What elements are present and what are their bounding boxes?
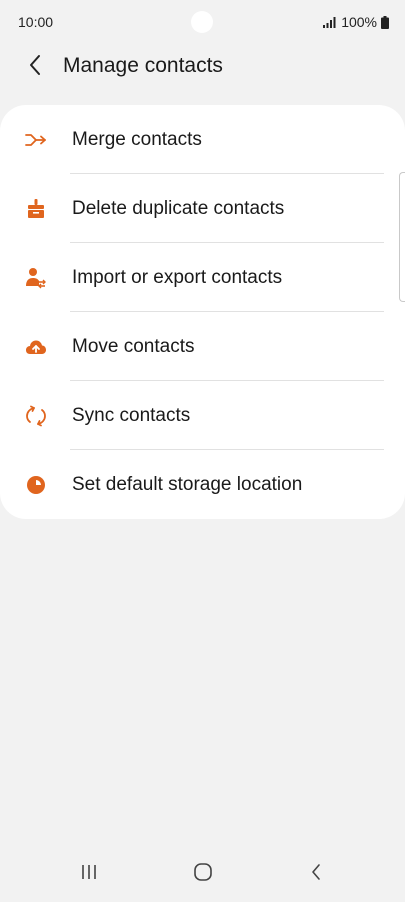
page-title: Manage contacts <box>63 54 223 77</box>
menu-item-label: Move contacts <box>72 335 195 357</box>
recent-apps-icon <box>80 864 98 885</box>
sync-icon <box>24 404 48 428</box>
status-bar: 10:00 100% <box>0 0 405 44</box>
person-transfer-icon <box>24 266 48 290</box>
menu-item-move-contacts[interactable]: Move contacts <box>0 312 405 381</box>
battery-percent: 100% <box>341 14 377 30</box>
pie-icon <box>24 473 48 497</box>
menu-item-delete-duplicates[interactable]: Delete duplicate contacts <box>0 174 405 243</box>
home-icon <box>193 862 213 887</box>
menu-item-default-storage[interactable]: Set default storage location <box>0 450 405 519</box>
camera-cutout <box>191 11 213 33</box>
status-indicators: 100% <box>323 14 389 30</box>
menu-item-import-export[interactable]: Import or export contacts <box>0 243 405 312</box>
app-header: Manage contacts <box>0 44 405 88</box>
battery-icon <box>381 15 389 29</box>
status-time: 10:00 <box>18 14 54 30</box>
recent-apps-button[interactable] <box>74 860 104 888</box>
scroll-indicator[interactable] <box>399 172 405 302</box>
back-nav-button[interactable] <box>301 860 331 888</box>
navigation-bar <box>0 846 405 902</box>
chevron-left-icon <box>310 863 322 886</box>
chevron-left-icon <box>28 54 42 81</box>
menu-item-label: Delete duplicate contacts <box>72 197 285 219</box>
signal-icon <box>323 16 337 28</box>
cloud-upload-icon <box>24 335 48 359</box>
menu-item-label: Set default storage location <box>72 473 303 495</box>
menu-card: Merge contacts Delete duplicate contacts <box>0 105 405 519</box>
merge-icon <box>24 128 48 152</box>
menu-item-label: Merge contacts <box>72 128 202 150</box>
home-button[interactable] <box>188 860 218 888</box>
back-button[interactable] <box>20 52 50 82</box>
menu-item-label: Import or export contacts <box>72 266 283 288</box>
menu-item-sync-contacts[interactable]: Sync contacts <box>0 381 405 450</box>
broom-icon <box>24 197 48 221</box>
menu-item-merge-contacts[interactable]: Merge contacts <box>0 105 405 174</box>
menu-item-label: Sync contacts <box>72 404 191 426</box>
